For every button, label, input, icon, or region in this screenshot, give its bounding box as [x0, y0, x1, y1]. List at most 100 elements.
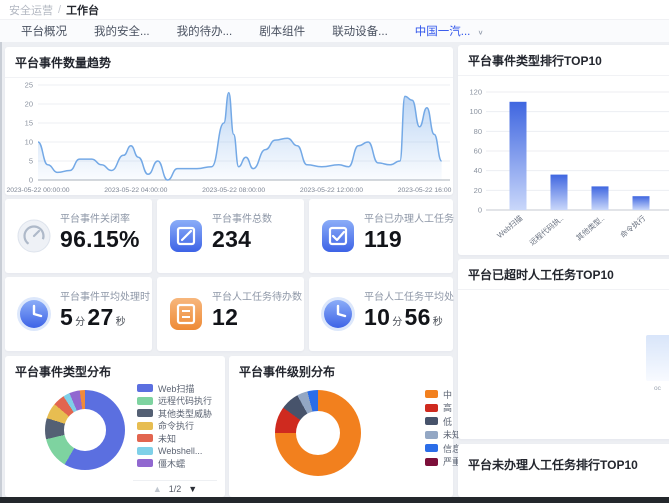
bar — [510, 102, 527, 210]
event-type-top10-card: 平台事件类型排行TOP10 0 20 40 60 80 100 120 Web扫描远程代码执.… — [458, 45, 669, 255]
legend-swatch-icon — [137, 397, 153, 405]
bar — [633, 196, 650, 210]
stat-value: 234 — [212, 226, 251, 253]
legend-page-up-icon[interactable]: ▲ — [153, 484, 162, 494]
legend-page-down-icon[interactable]: ▼ — [188, 484, 197, 494]
legend-label: 中 — [443, 388, 452, 401]
x-axis-tick-label: 2023-05-22 04:00:00 — [104, 187, 167, 194]
breadcrumb-current: 工作台 — [66, 2, 99, 18]
stat-value: 10分56秒 — [364, 304, 445, 331]
tab-tenant-label: 中国一汽... — [415, 26, 471, 38]
stat-card-avg-task-time: 平台人工任务平均处理.. 10分56秒 — [309, 277, 453, 351]
legend-pager: ▲ 1/2 ▼ — [133, 480, 217, 494]
legend-item[interactable]: 中 — [425, 388, 461, 401]
task-check-icon — [320, 218, 356, 254]
legend-swatch-icon — [137, 447, 153, 455]
stat-card-close-rate: 平台事件关闭率 96.15% — [5, 199, 152, 273]
event-trend-chart: 05101520252023-05-22 00:00:002023-05-22 … — [6, 78, 452, 198]
legend-item[interactable]: 严重 — [425, 456, 461, 469]
tab-platform-overview[interactable]: 平台概况 — [21, 23, 67, 39]
partial-axis-label: oc — [654, 385, 661, 392]
legend-item[interactable]: 低 — [425, 415, 461, 428]
pending-tasks-card: 平台未办理人工任务排行TOP10 — [458, 444, 669, 497]
x-axis-tick-label: 命令执行 — [618, 213, 648, 240]
tab-linked-devices[interactable]: 联动设备... — [332, 23, 388, 39]
x-axis-tick-label: 2023-05-22 08:00:00 — [202, 187, 265, 194]
legend-label: 僵木蠕 — [158, 457, 185, 470]
legend-label: Webshell... — [158, 446, 202, 456]
tab-my-todo[interactable]: 我的待办... — [177, 23, 233, 39]
y-axis-tick-label: 25 — [25, 81, 33, 90]
stat-card-avg-event-time: 平台事件平均处理时间 5分27秒 — [5, 277, 152, 351]
partial-bar — [646, 335, 669, 381]
legend-swatch-icon — [137, 384, 153, 392]
legend-swatch-icon — [137, 409, 153, 417]
y-axis-tick-label: 100 — [469, 107, 482, 116]
y-axis-tick-label: 60 — [474, 147, 482, 156]
legend-item[interactable]: 命令执行 — [137, 420, 212, 433]
legend-swatch-icon — [425, 404, 438, 412]
y-axis-tick-label: 80 — [474, 127, 482, 136]
legend-swatch-icon — [425, 431, 438, 439]
legend-item[interactable]: 高 — [425, 402, 461, 415]
legend-item[interactable]: Webshell... — [137, 445, 212, 458]
breadcrumb: 安全运营 / 工作台 — [0, 0, 669, 19]
legend-item[interactable]: 未知 — [425, 429, 461, 442]
y-axis-tick-label: 20 — [25, 100, 33, 109]
event-level-donut-chart — [275, 390, 361, 476]
y-axis-tick-label: 20 — [474, 186, 482, 195]
y-axis-tick-label: 10 — [25, 138, 33, 147]
legend-item[interactable]: 僵木蠕 — [137, 457, 212, 470]
stat-label: 平台事件总数 — [212, 210, 272, 225]
y-axis-tick-label: 0 — [29, 176, 33, 185]
stat-label: 平台人工任务待办数 — [212, 288, 302, 303]
legend-item[interactable]: 未知 — [137, 432, 212, 445]
tab-my-security[interactable]: 我的安全... — [94, 23, 150, 39]
legend-swatch-icon — [137, 422, 153, 430]
todo-list-icon — [168, 296, 204, 332]
event-type-distribution-card: 平台事件类型分布 Web扫描远程代码执行其他类型威胁命令执行未知Webshell… — [5, 356, 225, 497]
x-axis-tick-label: 其他类型.. — [574, 213, 607, 243]
stat-label: 平台事件关闭率 — [60, 210, 130, 225]
legend-item[interactable]: 其他类型威胁 — [137, 407, 212, 420]
tab-tenant-selector[interactable]: 中国一汽... ∨ — [415, 23, 484, 39]
stat-label: 平台事件平均处理时间 — [60, 288, 150, 303]
overtime-tasks-title: 平台已超时人工任务TOP10 — [458, 259, 669, 290]
event-trend-card: 平台事件数量趋势 05101520252023-05-22 00:00:0020… — [5, 47, 453, 195]
legend-swatch-icon — [425, 417, 438, 425]
legend-item[interactable]: Web扫描 — [137, 382, 212, 395]
legend-label: 高 — [443, 401, 452, 414]
legend-item[interactable]: 远程代码执行 — [137, 395, 212, 408]
legend-label: 命令执行 — [158, 419, 194, 432]
stat-value: 119 — [364, 226, 402, 253]
stat-label: 平台已办理人工任务数 — [364, 210, 454, 225]
event-type-legend: Web扫描远程代码执行其他类型威胁命令执行未知Webshell...僵木蠕 — [137, 382, 212, 470]
stat-card-pending-tasks: 平台人工任务待办数 12 — [157, 277, 304, 351]
y-axis-tick-label: 40 — [474, 166, 482, 175]
window-bottom-edge — [0, 497, 669, 503]
event-type-top10-title: 平台事件类型排行TOP10 — [458, 45, 669, 76]
legend-swatch-icon — [137, 459, 153, 467]
bar — [592, 186, 609, 210]
legend-label: 远程代码执行 — [158, 394, 212, 407]
x-axis-tick-label: 2023-05-22 00:00:00 — [6, 187, 69, 194]
y-axis-tick-label: 0 — [478, 206, 482, 215]
x-axis-tick-label: Web扫描 — [495, 213, 525, 240]
stat-value: 96.15% — [60, 226, 140, 253]
x-axis-tick-label: 远程代码执.. — [527, 213, 565, 247]
legend-item[interactable]: 信息 — [425, 442, 461, 455]
y-axis-tick-label: 120 — [469, 88, 482, 97]
overtime-tasks-card: 平台已超时人工任务TOP10 oc — [458, 259, 669, 439]
breadcrumb-section[interactable]: 安全运营 — [9, 2, 53, 18]
tab-playbook-components[interactable]: 剧本组件 — [259, 23, 305, 39]
event-level-distribution-title: 平台事件级别分布 — [229, 356, 453, 386]
y-axis-tick-label: 15 — [25, 119, 33, 128]
legend-page-indicator: 1/2 — [169, 484, 182, 494]
stat-value: 5分27秒 — [60, 304, 128, 331]
stat-card-total-events: 平台事件总数 234 — [157, 199, 304, 273]
event-document-icon — [168, 218, 204, 254]
x-axis-tick-label: 2023-05-22 16:00:00 — [398, 187, 452, 194]
event-trend-title: 平台事件数量趋势 — [5, 47, 453, 78]
stat-card-handled-tasks: 平台已办理人工任务数 119 — [309, 199, 453, 273]
legend-swatch-icon — [425, 390, 438, 398]
